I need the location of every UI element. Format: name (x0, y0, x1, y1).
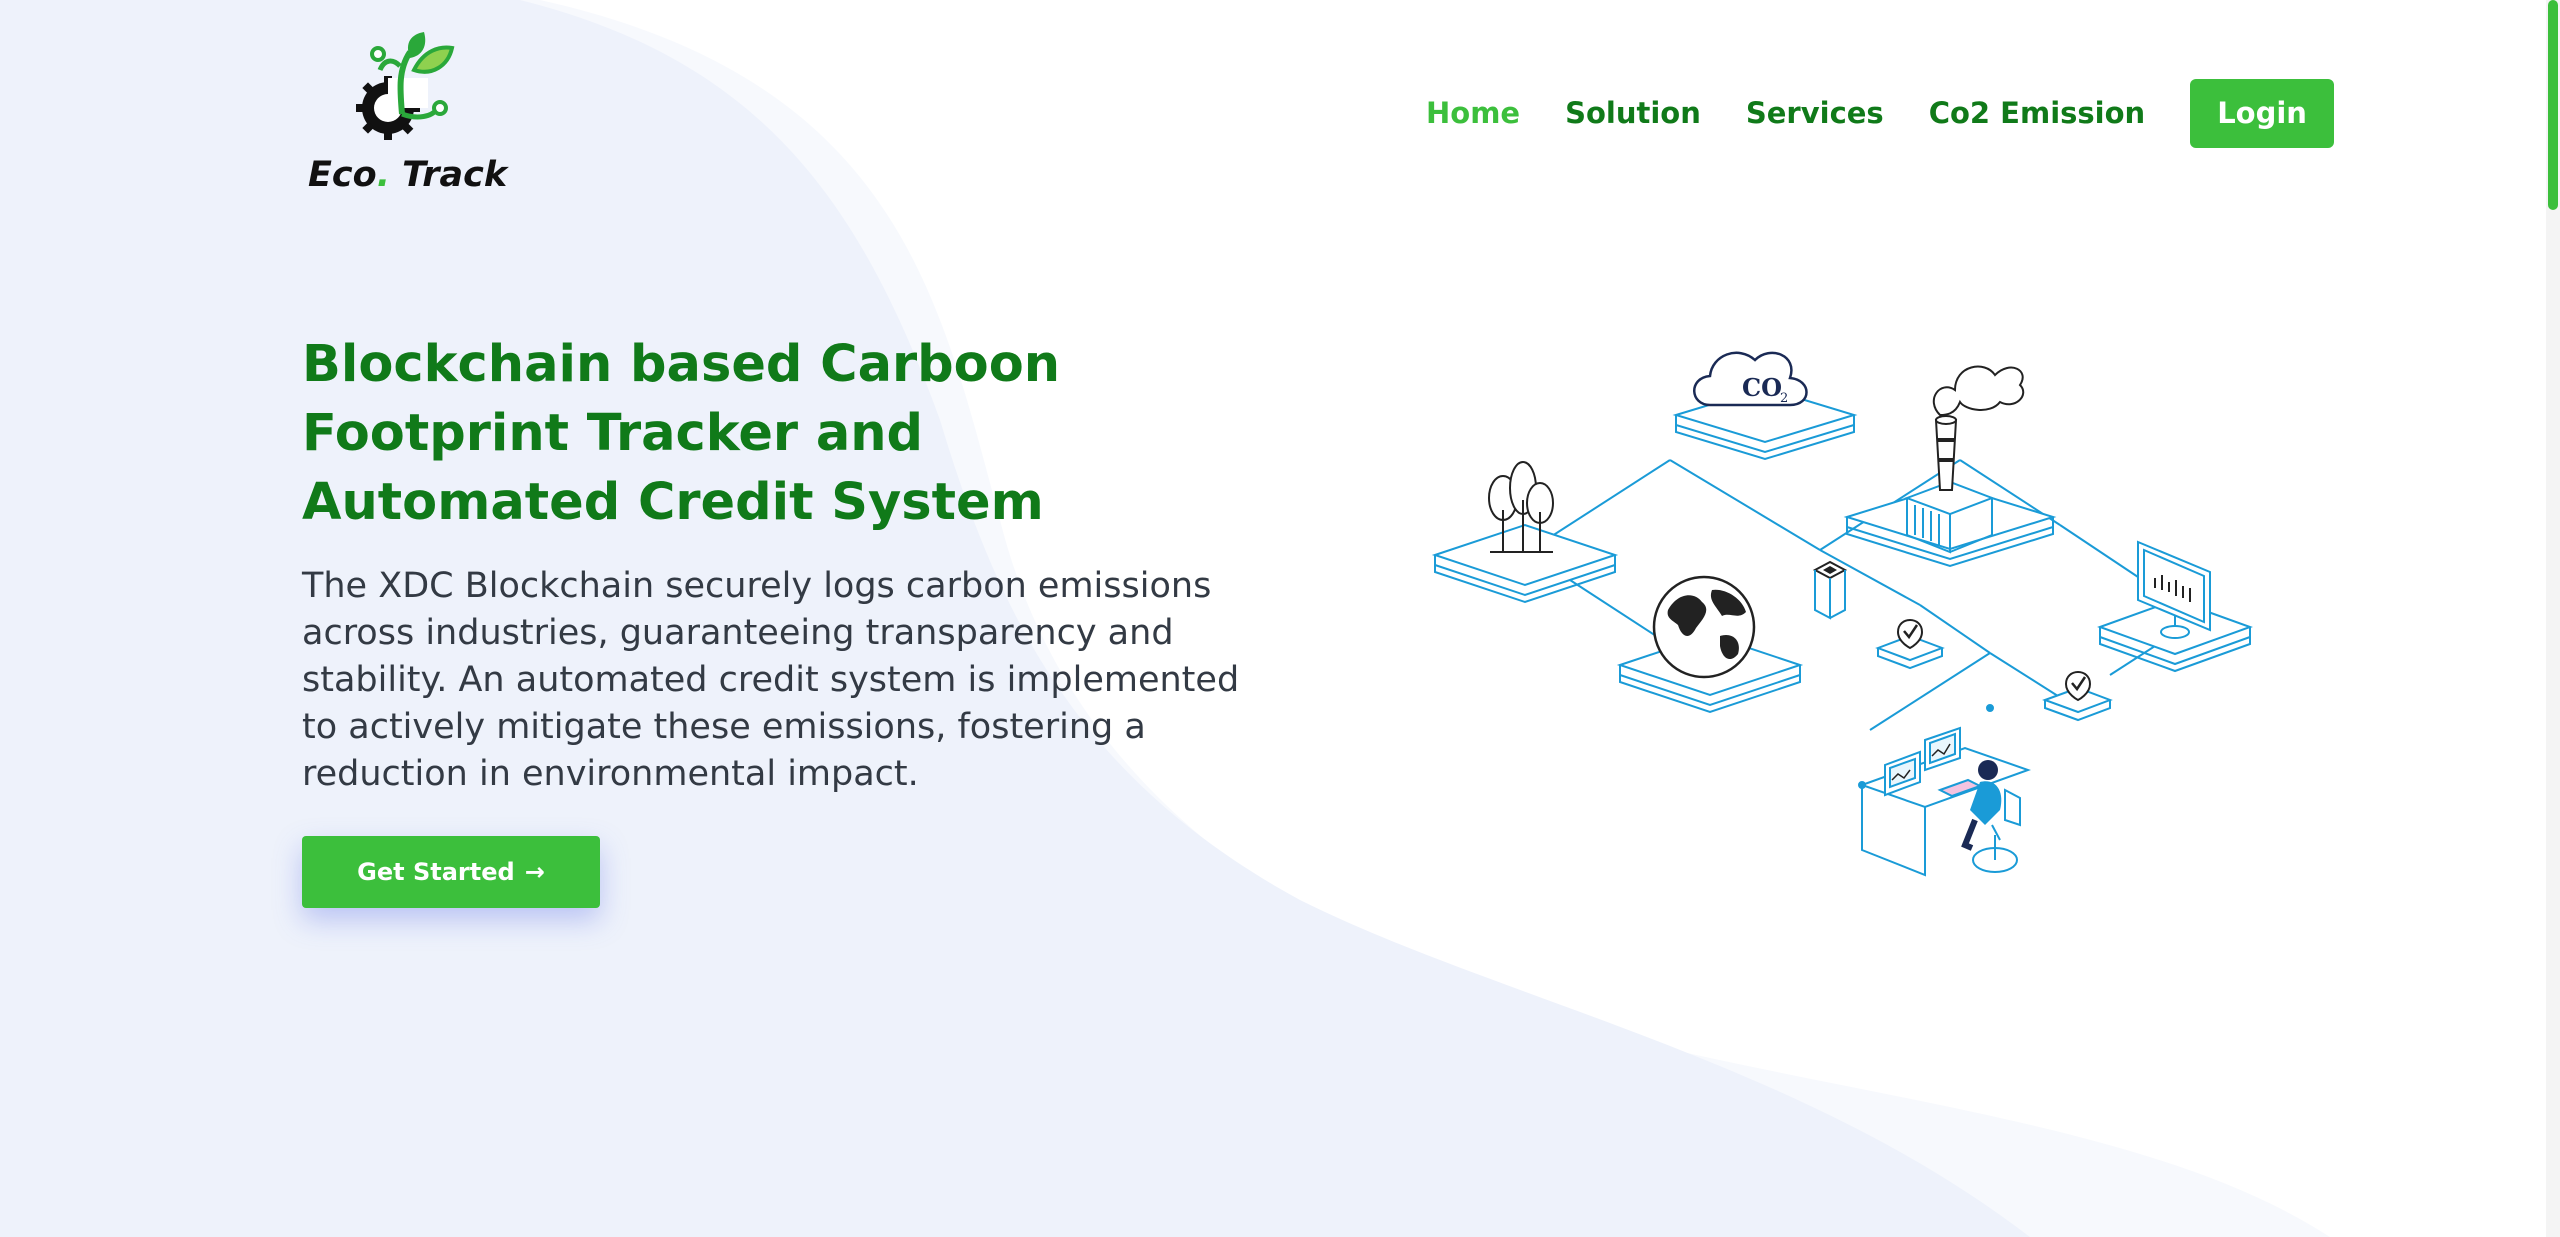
nav-services[interactable]: Services (1746, 96, 1884, 130)
developer-workstation-icon (1858, 704, 2031, 877)
hero-description: The XDC Blockchain securely logs carbon … (302, 566, 1240, 794)
hero-title: Blockchain based Carboon Footprint Track… (302, 335, 1061, 532)
shield-check-icon (1875, 619, 1945, 670)
get-started-button[interactable]: Get Started → (302, 836, 600, 908)
co2-label: CO (1742, 373, 1782, 402)
co2-cloud-icon: CO 2 (1693, 351, 1808, 407)
get-started-label: Get Started (357, 858, 515, 886)
arrow-right-icon: → (524, 858, 545, 886)
server-icon (1812, 560, 1848, 620)
scrollbar[interactable] (2546, 0, 2560, 1237)
logo[interactable]: Eco. Track (300, 30, 510, 205)
site-header: Eco. Track Home Solution Services Co2 Em… (0, 0, 2546, 220)
brand-name: Eco. Track (308, 155, 508, 195)
nav-co2-emission[interactable]: Co2 Emission (1929, 96, 2145, 130)
globe-icon (1652, 575, 1756, 679)
co2-subscript: 2 (1780, 391, 1788, 406)
scrollbar-thumb[interactable] (2548, 0, 2558, 210)
nav-home[interactable]: Home (1426, 96, 1520, 130)
shield-check-icon-2 (2042, 671, 2113, 722)
leaf-gear-icon (356, 32, 455, 140)
login-button[interactable]: Login (2190, 78, 2334, 148)
blockchain-illustration: CO 2 (1431, 351, 2253, 877)
trees-platform (1431, 523, 1619, 604)
nav-solution[interactable]: Solution (1565, 96, 1701, 130)
hero-section: Blockchain based Carboon Footprint Track… (302, 330, 1252, 798)
main-nav: Home Solution Services Co2 Emission Logi… (1426, 78, 2334, 148)
